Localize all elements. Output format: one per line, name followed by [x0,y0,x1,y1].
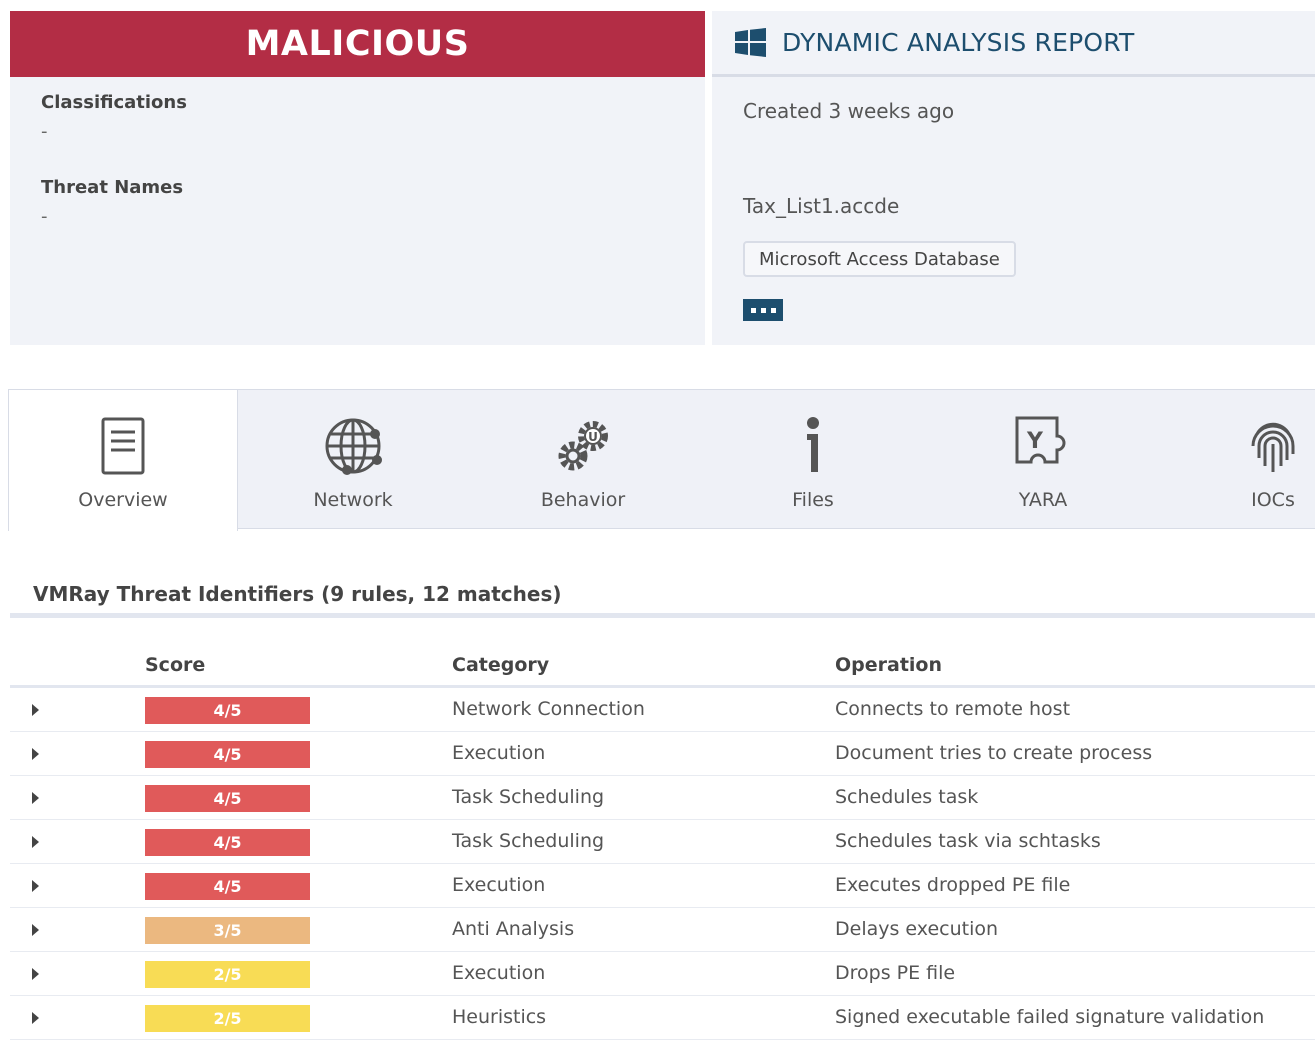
category-cell: Execution [452,742,546,764]
table-row[interactable]: 4/5 Execution Document tries to create p… [10,732,1315,776]
category-cell: Execution [452,962,546,984]
dot-icon [770,307,776,313]
tab-files[interactable]: Files [698,390,928,530]
operation-cell: Schedules task [835,786,979,808]
table-row[interactable]: 4/5 Network Connection Connects to remot… [10,688,1315,732]
threat-names-value: - [41,206,48,227]
report-panel: DYNAMIC ANALYSIS REPORT Created 3 weeks … [712,11,1315,345]
score-badge: 4/5 [145,741,310,768]
caret-right-icon[interactable] [32,704,39,716]
dot-icon [760,307,766,313]
operation-cell: Executes dropped PE file [835,874,1071,896]
category-cell: Execution [452,874,546,896]
score-badge: 4/5 [145,829,310,856]
score-badge: 2/5 [145,1005,310,1032]
report-header: DYNAMIC ANALYSIS REPORT [712,11,1315,77]
vti-title: VMRay Threat Identifiers (9 rules, 12 ma… [33,582,562,606]
tab-overview[interactable]: Overview [8,390,238,531]
category-cell: Task Scheduling [452,786,605,808]
tab-behavior[interactable]: U Behavior [468,390,698,530]
gears-icon: U [558,421,608,471]
tab-label: YARA [1018,489,1068,511]
globe-icon [325,418,382,475]
score-badge: 4/5 [145,873,310,900]
caret-right-icon[interactable] [32,880,39,892]
dot-icon [750,307,756,313]
operation-cell: Delays execution [835,918,999,940]
tab-label: Network [313,489,393,511]
created-time: Created 3 weeks ago [743,99,955,123]
caret-right-icon[interactable] [32,836,39,848]
verdict-panel: MALICIOUS Classifications - Threat Names… [10,11,705,345]
score-badge: 3/5 [145,917,310,944]
caret-right-icon[interactable] [32,748,39,760]
operation-cell: Document tries to create process [835,742,1153,764]
svg-text:Y: Y [1026,429,1044,454]
tab-label: Behavior [540,489,626,511]
operation-cell: Signed executable failed signature valid… [835,1006,1265,1028]
caret-right-icon[interactable] [32,968,39,980]
table-row[interactable]: 3/5 Anti Analysis Delays execution [10,908,1315,952]
operation-cell: Drops PE file [835,962,956,984]
yara-icon: Y [1015,416,1066,464]
table-row[interactable]: 4/5 Task Scheduling Schedules task via s… [10,820,1315,864]
tab-yara[interactable]: Y YARA [928,390,1158,530]
table-row[interactable]: 4/5 Task Scheduling Schedules task [10,776,1315,820]
operation-cell: Connects to remote host [835,698,1071,720]
category-cell: Network Connection [452,698,645,720]
score-badge: 4/5 [145,697,310,724]
file-name: Tax_List1.accde [743,194,900,218]
tab-label: Files [792,489,834,511]
classifications-value: - [41,121,48,142]
file-type-badge: Microsoft Access Database [743,241,1016,277]
tab-label: IOCs [1251,489,1295,511]
category-cell: Heuristics [452,1006,547,1028]
more-options-button[interactable] [743,299,783,321]
classifications-label: Classifications [41,92,187,113]
vti-table-header: Score Category Operation [10,648,1315,688]
column-header-operation[interactable]: Operation [835,654,942,676]
threat-names-label: Threat Names [41,177,184,198]
document-icon [101,417,145,475]
table-row[interactable]: 4/5 Execution Executes dropped PE file [10,864,1315,908]
operation-cell: Schedules task via schtasks [835,830,1101,852]
section-divider [10,613,1315,618]
report-tabs: Overview Network U Behavior Files Y YARA… [8,389,1315,531]
table-row[interactable]: 2/5 Execution Drops PE file [10,952,1315,996]
column-header-score[interactable]: Score [145,654,205,676]
fingerprint-icon [1251,422,1295,472]
svg-text:U: U [588,430,598,444]
tab-network[interactable]: Network [238,390,468,530]
verdict-banner: MALICIOUS [10,11,705,77]
caret-right-icon[interactable] [32,792,39,804]
caret-right-icon[interactable] [32,924,39,936]
vti-table-body: 4/5 Network Connection Connects to remot… [10,688,1315,1040]
tab-label: Overview [78,489,168,511]
windows-icon [735,28,766,57]
category-cell: Anti Analysis [452,918,575,940]
caret-right-icon[interactable] [32,1012,39,1024]
column-header-category[interactable]: Category [452,654,549,676]
tab-iocs[interactable]: IOCs [1158,390,1315,530]
info-icon [807,417,819,472]
score-badge: 2/5 [145,961,310,988]
table-row[interactable]: 2/5 Heuristics Signed executable failed … [10,996,1315,1040]
score-badge: 4/5 [145,785,310,812]
category-cell: Task Scheduling [452,830,605,852]
report-title: DYNAMIC ANALYSIS REPORT [782,28,1135,57]
